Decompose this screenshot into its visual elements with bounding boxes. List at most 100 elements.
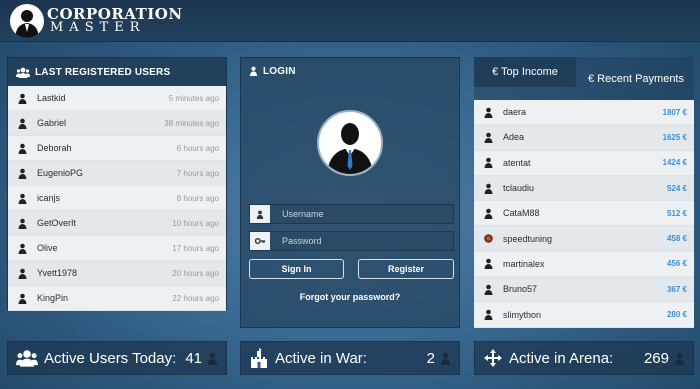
- users-panel-header: LAST REGISTERED USERS: [8, 58, 226, 86]
- list-item[interactable]: EugenioPG 7 hours ago: [8, 161, 226, 186]
- list-item[interactable]: Olive 17 hours ago: [8, 236, 226, 261]
- user-icon: [18, 293, 27, 304]
- tab-top-income[interactable]: € Top Income: [474, 57, 576, 87]
- player-name[interactable]: martinalex: [503, 259, 667, 269]
- forgot-password-link[interactable]: Forgot your password?: [241, 292, 459, 302]
- user-icon: [18, 93, 27, 104]
- player-name[interactable]: Adea: [503, 132, 663, 142]
- list-item[interactable]: CataM88 512 €: [474, 201, 694, 227]
- list-item[interactable]: atentat 1424 €: [474, 151, 694, 176]
- user-name[interactable]: Olive: [37, 243, 172, 253]
- list-item[interactable]: Yvett1978 20 hours ago: [8, 261, 226, 286]
- user-icon: [18, 143, 27, 154]
- user-icon: [440, 352, 451, 365]
- password-input[interactable]: [282, 236, 432, 246]
- stat-value: 269: [643, 349, 669, 367]
- list-item[interactable]: tclaudiu 524 €: [474, 175, 694, 202]
- list-item[interactable]: martinalex 456 €: [474, 252, 694, 278]
- castle-icon: [251, 348, 267, 368]
- list-item[interactable]: icanjs 8 hours ago: [8, 186, 226, 211]
- active-users-today-stat: Active Users Today: 41: [7, 341, 227, 375]
- users-group-icon: [16, 67, 30, 78]
- player-name[interactable]: daera: [503, 107, 663, 117]
- user-icon: [484, 259, 493, 270]
- user-icon: [484, 309, 493, 321]
- user-name[interactable]: GetOverIt: [37, 218, 172, 228]
- custom-avatar-icon: [484, 234, 493, 243]
- user-icon: [18, 168, 27, 179]
- last-registered-users-panel: LAST REGISTERED USERS Lastkid 5 minutes …: [7, 57, 227, 311]
- logo-icon[interactable]: [10, 4, 44, 38]
- registered-time: 38 minutes ago: [164, 118, 219, 128]
- list-item[interactable]: Gabriel 38 minutes ago: [8, 111, 226, 136]
- registered-time: 10 hours ago: [172, 218, 219, 228]
- user-icon: [250, 205, 270, 223]
- brand-subtitle[interactable]: MASTER: [50, 20, 146, 35]
- registered-time: 17 hours ago: [172, 243, 219, 253]
- stat-value: 2: [426, 349, 435, 367]
- username-input[interactable]: [282, 209, 432, 219]
- user-icon: [484, 183, 493, 194]
- users-list: Lastkid 5 minutes ago Gabriel 38 minutes…: [8, 86, 226, 311]
- businessman-avatar-icon: [327, 123, 373, 174]
- income-amount: 456 €: [666, 259, 687, 269]
- user-name[interactable]: Lastkid: [37, 93, 169, 103]
- user-icon: [484, 284, 493, 295]
- list-item[interactable]: GetOverIt 10 hours ago: [8, 211, 226, 236]
- list-item[interactable]: Adea 1625 €: [474, 125, 694, 151]
- income-panel: € Top Income € Recent Payments daera 180…: [474, 57, 694, 328]
- key-icon: [250, 232, 270, 250]
- user-icon: [18, 268, 27, 279]
- user-name[interactable]: EugenioPG: [37, 168, 177, 178]
- list-item[interactable]: Deborah 6 hours ago: [8, 136, 226, 161]
- username-field[interactable]: [249, 204, 454, 224]
- users-group-icon: [16, 350, 38, 367]
- list-item[interactable]: KingPin 22 hours ago: [8, 286, 226, 311]
- user-name[interactable]: icanjs: [37, 193, 177, 203]
- user-name[interactable]: Deborah: [37, 143, 177, 153]
- player-name[interactable]: Bruno57: [503, 284, 667, 294]
- player-name[interactable]: tclaudiu: [503, 183, 667, 193]
- user-icon: [484, 208, 493, 219]
- stat-label: Active in War:: [275, 349, 367, 367]
- registered-time: 8 hours ago: [176, 193, 219, 203]
- list-item[interactable]: daera 1807 €: [474, 100, 694, 126]
- list-item[interactable]: speedtuning 458 €: [474, 226, 694, 252]
- income-amount: 458 €: [666, 234, 687, 244]
- user-icon: [674, 352, 685, 365]
- player-name[interactable]: atentat: [503, 158, 663, 168]
- income-amount: 524 €: [666, 183, 687, 193]
- avatar: [317, 110, 383, 176]
- registered-time: 5 minutes ago: [168, 93, 219, 103]
- user-name[interactable]: Yvett1978: [37, 268, 172, 278]
- list-item[interactable]: Bruno57 367 €: [474, 277, 694, 303]
- password-field[interactable]: [249, 231, 454, 251]
- tab-recent-payments[interactable]: € Recent Payments: [578, 61, 694, 97]
- registered-time: 7 hours ago: [176, 168, 219, 178]
- income-list: daera 1807 € Adea 1625 € atentat 1424 € …: [474, 100, 694, 328]
- player-name[interactable]: speedtuning: [503, 234, 667, 244]
- crosshair-arena-icon: [484, 349, 502, 367]
- sign-in-button[interactable]: Sign In: [249, 259, 344, 279]
- login-header: LOGIN: [241, 58, 459, 84]
- user-icon: [18, 243, 27, 254]
- player-name[interactable]: CataM88: [503, 208, 667, 218]
- player-name[interactable]: slimython: [503, 310, 667, 320]
- active-in-arena-stat: Active in Arena: 269: [474, 341, 694, 375]
- list-item[interactable]: slimython 280 €: [474, 302, 694, 328]
- register-button[interactable]: Register: [358, 259, 454, 279]
- user-name[interactable]: Gabriel: [37, 118, 164, 128]
- stat-label: Active Users Today:: [44, 349, 177, 367]
- income-amount: 1625 €: [662, 132, 687, 142]
- income-amount: 1424 €: [662, 158, 687, 168]
- user-icon: [484, 157, 493, 169]
- user-icon: [18, 118, 27, 129]
- user-icon: [484, 132, 493, 143]
- active-in-war-stat: Active in War: 2: [240, 341, 460, 375]
- login-panel: LOGIN Sign In Register Forgot your passw…: [240, 57, 460, 328]
- user-name[interactable]: KingPin: [37, 293, 172, 303]
- stat-value: 41: [185, 349, 202, 367]
- income-amount: 1807 €: [662, 107, 687, 117]
- list-item[interactable]: Lastkid 5 minutes ago: [8, 86, 226, 111]
- users-panel-title: LAST REGISTERED USERS: [35, 66, 171, 78]
